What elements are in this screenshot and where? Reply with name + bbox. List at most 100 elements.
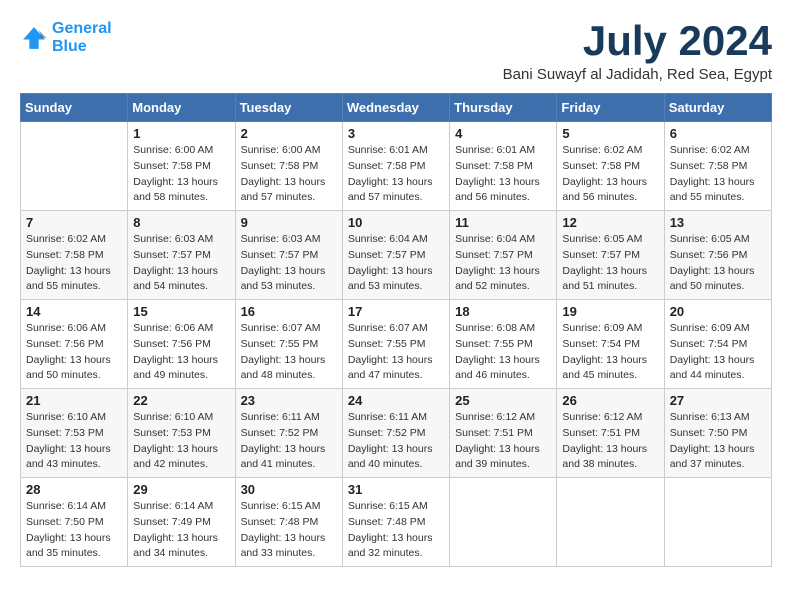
calendar-cell: 28 Sunrise: 6:14 AMSunset: 7:50 PMDaylig… <box>21 478 128 567</box>
calendar-cell <box>21 122 128 211</box>
weekday-header: Friday <box>557 94 664 122</box>
logo-icon <box>20 24 48 52</box>
day-number: 16 <box>241 304 337 319</box>
calendar-week-row: 7 Sunrise: 6:02 AMSunset: 7:58 PMDayligh… <box>21 211 772 300</box>
day-info: Sunrise: 6:14 AMSunset: 7:50 PMDaylight:… <box>26 500 111 559</box>
day-number: 5 <box>562 126 658 141</box>
day-number: 25 <box>455 393 551 408</box>
day-number: 7 <box>26 215 122 230</box>
day-number: 26 <box>562 393 658 408</box>
day-number: 18 <box>455 304 551 319</box>
day-info: Sunrise: 6:02 AMSunset: 7:58 PMDaylight:… <box>562 144 647 203</box>
day-info: Sunrise: 6:09 AMSunset: 7:54 PMDaylight:… <box>670 322 755 381</box>
calendar-cell: 9 Sunrise: 6:03 AMSunset: 7:57 PMDayligh… <box>235 211 342 300</box>
calendar-cell: 8 Sunrise: 6:03 AMSunset: 7:57 PMDayligh… <box>128 211 235 300</box>
day-info: Sunrise: 6:02 AMSunset: 7:58 PMDaylight:… <box>670 144 755 203</box>
day-info: Sunrise: 6:12 AMSunset: 7:51 PMDaylight:… <box>455 411 540 470</box>
day-info: Sunrise: 6:04 AMSunset: 7:57 PMDaylight:… <box>455 233 540 292</box>
day-number: 21 <box>26 393 122 408</box>
calendar-cell: 7 Sunrise: 6:02 AMSunset: 7:58 PMDayligh… <box>21 211 128 300</box>
day-number: 24 <box>348 393 444 408</box>
calendar-header-row: SundayMondayTuesdayWednesdayThursdayFrid… <box>21 94 772 122</box>
calendar-table: SundayMondayTuesdayWednesdayThursdayFrid… <box>20 93 772 567</box>
day-info: Sunrise: 6:06 AMSunset: 7:56 PMDaylight:… <box>26 322 111 381</box>
calendar-cell: 24 Sunrise: 6:11 AMSunset: 7:52 PMDaylig… <box>342 389 449 478</box>
calendar-week-row: 1 Sunrise: 6:00 AMSunset: 7:58 PMDayligh… <box>21 122 772 211</box>
day-info: Sunrise: 6:03 AMSunset: 7:57 PMDaylight:… <box>241 233 326 292</box>
calendar-cell: 11 Sunrise: 6:04 AMSunset: 7:57 PMDaylig… <box>450 211 557 300</box>
calendar-cell: 14 Sunrise: 6:06 AMSunset: 7:56 PMDaylig… <box>21 300 128 389</box>
weekday-header: Thursday <box>450 94 557 122</box>
calendar-cell: 26 Sunrise: 6:12 AMSunset: 7:51 PMDaylig… <box>557 389 664 478</box>
calendar-cell: 17 Sunrise: 6:07 AMSunset: 7:55 PMDaylig… <box>342 300 449 389</box>
calendar-cell <box>450 478 557 567</box>
day-info: Sunrise: 6:07 AMSunset: 7:55 PMDaylight:… <box>348 322 433 381</box>
day-info: Sunrise: 6:11 AMSunset: 7:52 PMDaylight:… <box>241 411 326 470</box>
day-number: 20 <box>670 304 766 319</box>
calendar-cell: 22 Sunrise: 6:10 AMSunset: 7:53 PMDaylig… <box>128 389 235 478</box>
calendar-cell: 13 Sunrise: 6:05 AMSunset: 7:56 PMDaylig… <box>664 211 771 300</box>
calendar-cell: 29 Sunrise: 6:14 AMSunset: 7:49 PMDaylig… <box>128 478 235 567</box>
calendar-cell: 12 Sunrise: 6:05 AMSunset: 7:57 PMDaylig… <box>557 211 664 300</box>
calendar-cell: 1 Sunrise: 6:00 AMSunset: 7:58 PMDayligh… <box>128 122 235 211</box>
day-number: 9 <box>241 215 337 230</box>
day-number: 13 <box>670 215 766 230</box>
day-number: 22 <box>133 393 229 408</box>
logo: General Blue <box>20 20 112 55</box>
page-header: General Blue July 2024 Bani Suwayf al Ja… <box>20 20 772 83</box>
logo-text: General Blue <box>52 20 112 55</box>
day-number: 1 <box>133 126 229 141</box>
day-number: 30 <box>241 482 337 497</box>
calendar-cell: 4 Sunrise: 6:01 AMSunset: 7:58 PMDayligh… <box>450 122 557 211</box>
day-number: 15 <box>133 304 229 319</box>
weekday-header: Sunday <box>21 94 128 122</box>
day-number: 10 <box>348 215 444 230</box>
weekday-header: Saturday <box>664 94 771 122</box>
calendar-cell <box>557 478 664 567</box>
day-number: 31 <box>348 482 444 497</box>
calendar-week-row: 14 Sunrise: 6:06 AMSunset: 7:56 PMDaylig… <box>21 300 772 389</box>
calendar-cell: 23 Sunrise: 6:11 AMSunset: 7:52 PMDaylig… <box>235 389 342 478</box>
day-info: Sunrise: 6:05 AMSunset: 7:56 PMDaylight:… <box>670 233 755 292</box>
calendar-cell: 2 Sunrise: 6:00 AMSunset: 7:58 PMDayligh… <box>235 122 342 211</box>
calendar-cell: 30 Sunrise: 6:15 AMSunset: 7:48 PMDaylig… <box>235 478 342 567</box>
day-info: Sunrise: 6:13 AMSunset: 7:50 PMDaylight:… <box>670 411 755 470</box>
calendar-week-row: 21 Sunrise: 6:10 AMSunset: 7:53 PMDaylig… <box>21 389 772 478</box>
day-info: Sunrise: 6:10 AMSunset: 7:53 PMDaylight:… <box>26 411 111 470</box>
day-number: 12 <box>562 215 658 230</box>
day-info: Sunrise: 6:07 AMSunset: 7:55 PMDaylight:… <box>241 322 326 381</box>
calendar-cell: 21 Sunrise: 6:10 AMSunset: 7:53 PMDaylig… <box>21 389 128 478</box>
day-number: 4 <box>455 126 551 141</box>
day-number: 23 <box>241 393 337 408</box>
calendar-cell: 20 Sunrise: 6:09 AMSunset: 7:54 PMDaylig… <box>664 300 771 389</box>
day-info: Sunrise: 6:02 AMSunset: 7:58 PMDaylight:… <box>26 233 111 292</box>
calendar-cell: 6 Sunrise: 6:02 AMSunset: 7:58 PMDayligh… <box>664 122 771 211</box>
day-info: Sunrise: 6:14 AMSunset: 7:49 PMDaylight:… <box>133 500 218 559</box>
calendar-cell: 31 Sunrise: 6:15 AMSunset: 7:48 PMDaylig… <box>342 478 449 567</box>
day-number: 6 <box>670 126 766 141</box>
calendar-cell: 16 Sunrise: 6:07 AMSunset: 7:55 PMDaylig… <box>235 300 342 389</box>
day-number: 2 <box>241 126 337 141</box>
calendar-cell: 19 Sunrise: 6:09 AMSunset: 7:54 PMDaylig… <box>557 300 664 389</box>
location: Bani Suwayf al Jadidah, Red Sea, Egypt <box>503 66 772 83</box>
calendar-cell: 10 Sunrise: 6:04 AMSunset: 7:57 PMDaylig… <box>342 211 449 300</box>
day-info: Sunrise: 6:10 AMSunset: 7:53 PMDaylight:… <box>133 411 218 470</box>
weekday-header: Monday <box>128 94 235 122</box>
weekday-header: Tuesday <box>235 94 342 122</box>
day-info: Sunrise: 6:04 AMSunset: 7:57 PMDaylight:… <box>348 233 433 292</box>
day-info: Sunrise: 6:15 AMSunset: 7:48 PMDaylight:… <box>348 500 433 559</box>
day-info: Sunrise: 6:03 AMSunset: 7:57 PMDaylight:… <box>133 233 218 292</box>
day-info: Sunrise: 6:01 AMSunset: 7:58 PMDaylight:… <box>455 144 540 203</box>
day-number: 19 <box>562 304 658 319</box>
day-number: 28 <box>26 482 122 497</box>
calendar-cell: 5 Sunrise: 6:02 AMSunset: 7:58 PMDayligh… <box>557 122 664 211</box>
calendar-cell <box>664 478 771 567</box>
title-block: July 2024 Bani Suwayf al Jadidah, Red Se… <box>503 20 772 83</box>
day-number: 8 <box>133 215 229 230</box>
calendar-cell: 27 Sunrise: 6:13 AMSunset: 7:50 PMDaylig… <box>664 389 771 478</box>
day-number: 11 <box>455 215 551 230</box>
day-number: 27 <box>670 393 766 408</box>
calendar-cell: 15 Sunrise: 6:06 AMSunset: 7:56 PMDaylig… <box>128 300 235 389</box>
day-number: 3 <box>348 126 444 141</box>
weekday-header: Wednesday <box>342 94 449 122</box>
